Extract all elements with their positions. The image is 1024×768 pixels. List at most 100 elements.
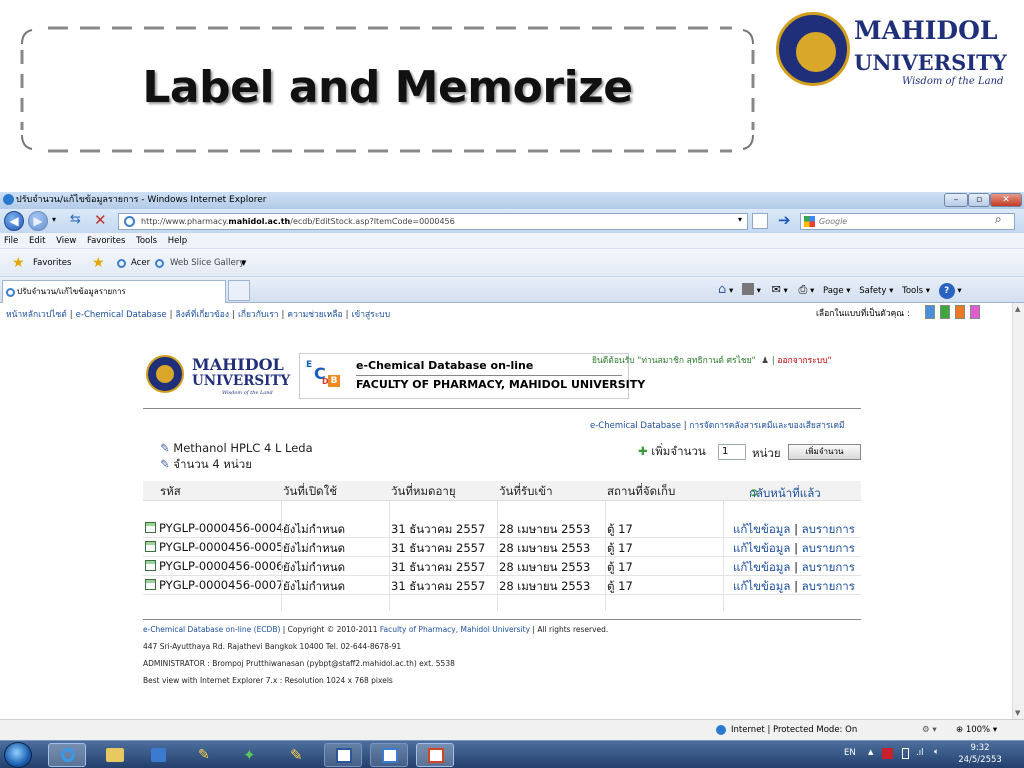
taskbar-powerpoint-icon[interactable] (416, 743, 454, 767)
new-tab-button[interactable] (228, 280, 250, 301)
nav-login[interactable]: เข้าสู่ระบบ (351, 310, 390, 320)
volume-icon[interactable]: 🔈︎ (934, 747, 939, 757)
menu-favorites[interactable]: Favorites (87, 236, 125, 246)
minimize-button[interactable]: – (944, 193, 968, 207)
protected-mode-icon[interactable]: ⚙ ▾ (922, 720, 937, 740)
mail-icon[interactable]: ✉ (772, 283, 781, 296)
theme-blue-swatch[interactable] (925, 305, 935, 319)
site-mahidol-logo[interactable]: MAHIDOL UNIVERSITY Wisdom of the Land (146, 349, 290, 399)
tools-menu[interactable]: Tools ▾ (902, 286, 930, 296)
theme-orange-swatch[interactable] (955, 305, 965, 319)
search-input[interactable]: Google (800, 213, 1015, 230)
taskbar-paint-icon[interactable]: ✎ (186, 743, 224, 767)
add-quantity-label: ✚ เพิ่มจำนวน (638, 444, 706, 458)
safety-menu[interactable]: Safety ▾ (859, 286, 893, 296)
delete-link[interactable]: ลบรายการ (802, 560, 855, 574)
forward-icon[interactable]: ▶ (28, 211, 48, 231)
dropdown-arrow-icon[interactable]: ▾ (52, 215, 56, 224)
delete-link[interactable]: ลบรายการ (802, 541, 855, 555)
search-icon[interactable]: ⌕ (995, 212, 1002, 227)
menu-edit[interactable]: Edit (29, 236, 45, 246)
footer-best-view: Best view with Internet Explorer 7.x : R… (143, 676, 393, 685)
start-button[interactable] (4, 742, 32, 768)
feeds-icon[interactable] (741, 283, 754, 295)
taskbar-word-icon[interactable] (324, 743, 362, 767)
zoom-level[interactable]: ⊕ 100% ▾ (956, 720, 997, 740)
taskbar-media-player-icon[interactable] (140, 743, 178, 767)
logout-link[interactable]: ออกจากระบบ" (777, 356, 831, 366)
cell-code: PYGLP-0000456-0007 (145, 578, 284, 592)
welcome-message: ยินดีต้อนรับ "ท่านสมาชิก สุทธิกานต์ ศรไช… (592, 356, 832, 366)
quantity-input[interactable]: 1 (718, 444, 746, 460)
print-icon[interactable]: ⎙ (799, 283, 808, 296)
column-divider (497, 501, 498, 611)
maximize-button[interactable]: ▫ (968, 193, 990, 207)
row-actions: แก้ไขข้อมูล | ลบรายการ (733, 541, 855, 555)
clock-time[interactable]: 9:32 (960, 743, 1000, 753)
nav-links[interactable]: ลิงค์ที่เกี่ยวข้อง (176, 310, 230, 320)
menu-tools[interactable]: Tools (136, 236, 157, 246)
nav-about[interactable]: เกี่ยวกับเรา (238, 310, 279, 320)
taskbar-tool-icon[interactable]: ✎ (278, 743, 316, 767)
footer-faculty-link[interactable]: Faculty of Pharmacy, Mahidol University (380, 625, 530, 634)
language-indicator[interactable]: EN (844, 748, 856, 758)
menu-file[interactable]: File (4, 236, 18, 246)
theme-selector: เลือกในแบบที่เป็นตัวคุณ : (816, 306, 910, 320)
delete-link[interactable]: ลบรายการ (802, 579, 855, 593)
taskbar-visio-icon[interactable] (370, 743, 408, 767)
tray-expand-icon[interactable]: ▲ (868, 748, 873, 756)
scroll-down-icon[interactable]: ▼ (1015, 709, 1020, 717)
edit-link[interactable]: แก้ไขข้อมูล (733, 541, 790, 555)
chevron-down-icon[interactable]: ▼ (241, 249, 246, 277)
delete-link[interactable]: ลบรายการ (802, 522, 855, 536)
menu-help[interactable]: Help (168, 236, 187, 246)
theme-green-swatch[interactable] (940, 305, 950, 319)
close-window-button[interactable]: ✕ (990, 193, 1022, 207)
help-icon[interactable]: ? (938, 283, 955, 299)
taskbar-app-icon[interactable]: ✦ (232, 743, 270, 767)
header-divider (143, 408, 861, 409)
nav-ecdb[interactable]: e-Chemical Database (76, 310, 167, 320)
stop-icon[interactable]: ✕ (94, 211, 107, 229)
vertical-scrollbar[interactable]: ▲ ▼ (1012, 303, 1024, 719)
tray-app-icon[interactable] (882, 748, 893, 759)
page-menu[interactable]: Page ▾ (823, 286, 851, 296)
favorites-button[interactable]: Favorites (33, 249, 71, 277)
tab-current[interactable]: ปรับจำนวน/แก้ไขข้อมูลรายการ (2, 280, 226, 303)
nav-home[interactable]: หน้าหลักเวปไซต์ (6, 310, 67, 320)
favorite-acer[interactable]: Acer (131, 249, 150, 277)
address-dropdown-icon[interactable]: ▾ (738, 215, 742, 224)
taskbar-explorer-icon[interactable] (96, 743, 134, 767)
quantity-unit: หน่วย (752, 446, 781, 460)
address-bar[interactable]: http://www.pharmacy.mahidol.ac.th/ecdb/E… (118, 213, 748, 230)
scroll-up-icon[interactable]: ▲ (1015, 305, 1020, 313)
refresh-icon[interactable]: ⇆ (70, 212, 81, 227)
menu-view[interactable]: View (56, 236, 76, 246)
clock-date[interactable]: 24/5/2553 (956, 755, 1004, 765)
cell-opened: ยังไม่กำหนด (283, 560, 346, 574)
breadcrumb-stock-management[interactable]: การจัดการคลังสารเคมีและของเสียสารเคมี (689, 421, 844, 431)
edit-link[interactable]: แก้ไขข้อมูล (733, 560, 790, 574)
theme-pink-swatch[interactable] (970, 305, 980, 319)
address-path: /ecdb/EditStock.asp?ItemCode=0000456 (290, 217, 455, 226)
breadcrumb-ecdb[interactable]: e-Chemical Database (590, 421, 681, 431)
compat-view-icon[interactable] (752, 213, 768, 229)
page-content: หน้าหลักเวปไซต์ | e-Chemical Database | ลิงค… (0, 303, 1012, 719)
nav-help[interactable]: ความช่วยเหลือ (287, 310, 342, 320)
taskbar-ie-icon[interactable] (48, 743, 86, 767)
mahidol-logo: MAHIDOL UNIVERSITY Wisdom of the Land (776, 12, 1016, 88)
add-favorite-icon[interactable]: ★ (92, 249, 105, 277)
row-actions: แก้ไขข้อมูล | ลบรายการ (733, 560, 855, 574)
footer-ecdb-link[interactable]: e-Chemical Database on-line (ECDB) (143, 625, 280, 634)
university-seal-icon (776, 12, 850, 86)
go-arrow-icon[interactable]: ➔ (778, 211, 791, 229)
edit-link[interactable]: แก้ไขข้อมูล (733, 579, 790, 593)
add-quantity-button[interactable]: เพิ่มจำนวน (788, 444, 861, 460)
home-icon[interactable]: ⌂ (718, 282, 726, 297)
network-icon[interactable]: .ıl (916, 748, 923, 758)
edit-link[interactable]: แก้ไขข้อมูล (733, 522, 790, 536)
ecdb-divider (356, 375, 622, 376)
back-icon[interactable]: ◀ (4, 211, 24, 231)
battery-icon[interactable] (902, 748, 909, 759)
favorite-web-slice-gallery[interactable]: Web Slice Gallery (170, 249, 244, 277)
